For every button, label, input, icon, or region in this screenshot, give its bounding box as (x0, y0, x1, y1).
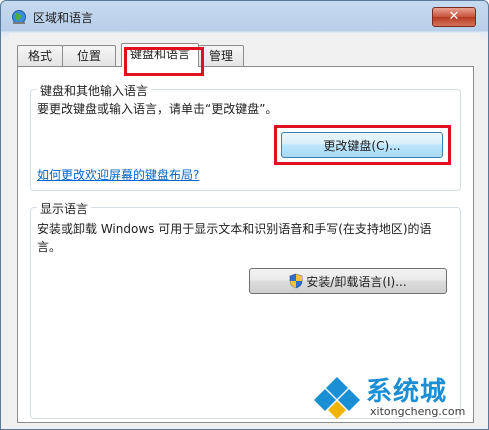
button-highlight-box (274, 125, 451, 165)
site-watermark: 系统城 xitongcheng.com (312, 371, 472, 421)
tab-location[interactable]: 位置 (62, 45, 116, 66)
keyboard-group-title: 键盘和其他输入语言 (37, 82, 152, 99)
install-uninstall-languages-button[interactable]: 安装/卸载语言(I)... (249, 268, 447, 294)
welcome-keyboard-layout-link[interactable]: 如何更改欢迎屏幕的键盘布局? (37, 166, 199, 183)
close-button[interactable]: ✕ (432, 7, 476, 27)
uac-shield-icon (289, 273, 303, 289)
tab-highlight-box (124, 47, 204, 76)
display-language-title: 显示语言 (37, 200, 92, 217)
keyboard-description: 要更改键盘或输入语言，请单击“更改键盘”。 (37, 102, 278, 116)
watermark-logo-icon (314, 377, 360, 419)
display-language-description: 安装或卸载 Windows 可用于显示文本和识别语音和手写(在支持地区)的语言。 (37, 222, 432, 254)
watermark-name: 系统城 (366, 377, 448, 407)
globe-icon (12, 10, 26, 24)
watermark-url: xitongcheng.com (370, 405, 466, 418)
tab-panel: 键盘和其他输入语言 要更改键盘或输入语言，请单击“更改键盘”。 更改键盘(C).… (17, 66, 474, 423)
title-bar[interactable]: 区域和语言 ✕ (1, 1, 488, 33)
tab-formats[interactable]: 格式 (17, 45, 63, 66)
dialog-client: 格式 位置 键盘和语言 管理 键盘和其他输入语言 要更改键盘或输入语言，请单击“… (9, 33, 480, 427)
window-title: 区域和语言 (33, 11, 94, 25)
region-language-window: 区域和语言 ✕ 格式 位置 键盘和语言 管理 键盘和其他输入语言 要更改键盘或输… (0, 0, 489, 430)
tab-administrative[interactable]: 管理 (198, 45, 244, 66)
install-uninstall-label: 安装/卸载语言(I)... (306, 275, 407, 289)
keyboard-group: 键盘和其他输入语言 要更改键盘或输入语言，请单击“更改键盘”。 更改键盘(C).… (30, 82, 461, 191)
